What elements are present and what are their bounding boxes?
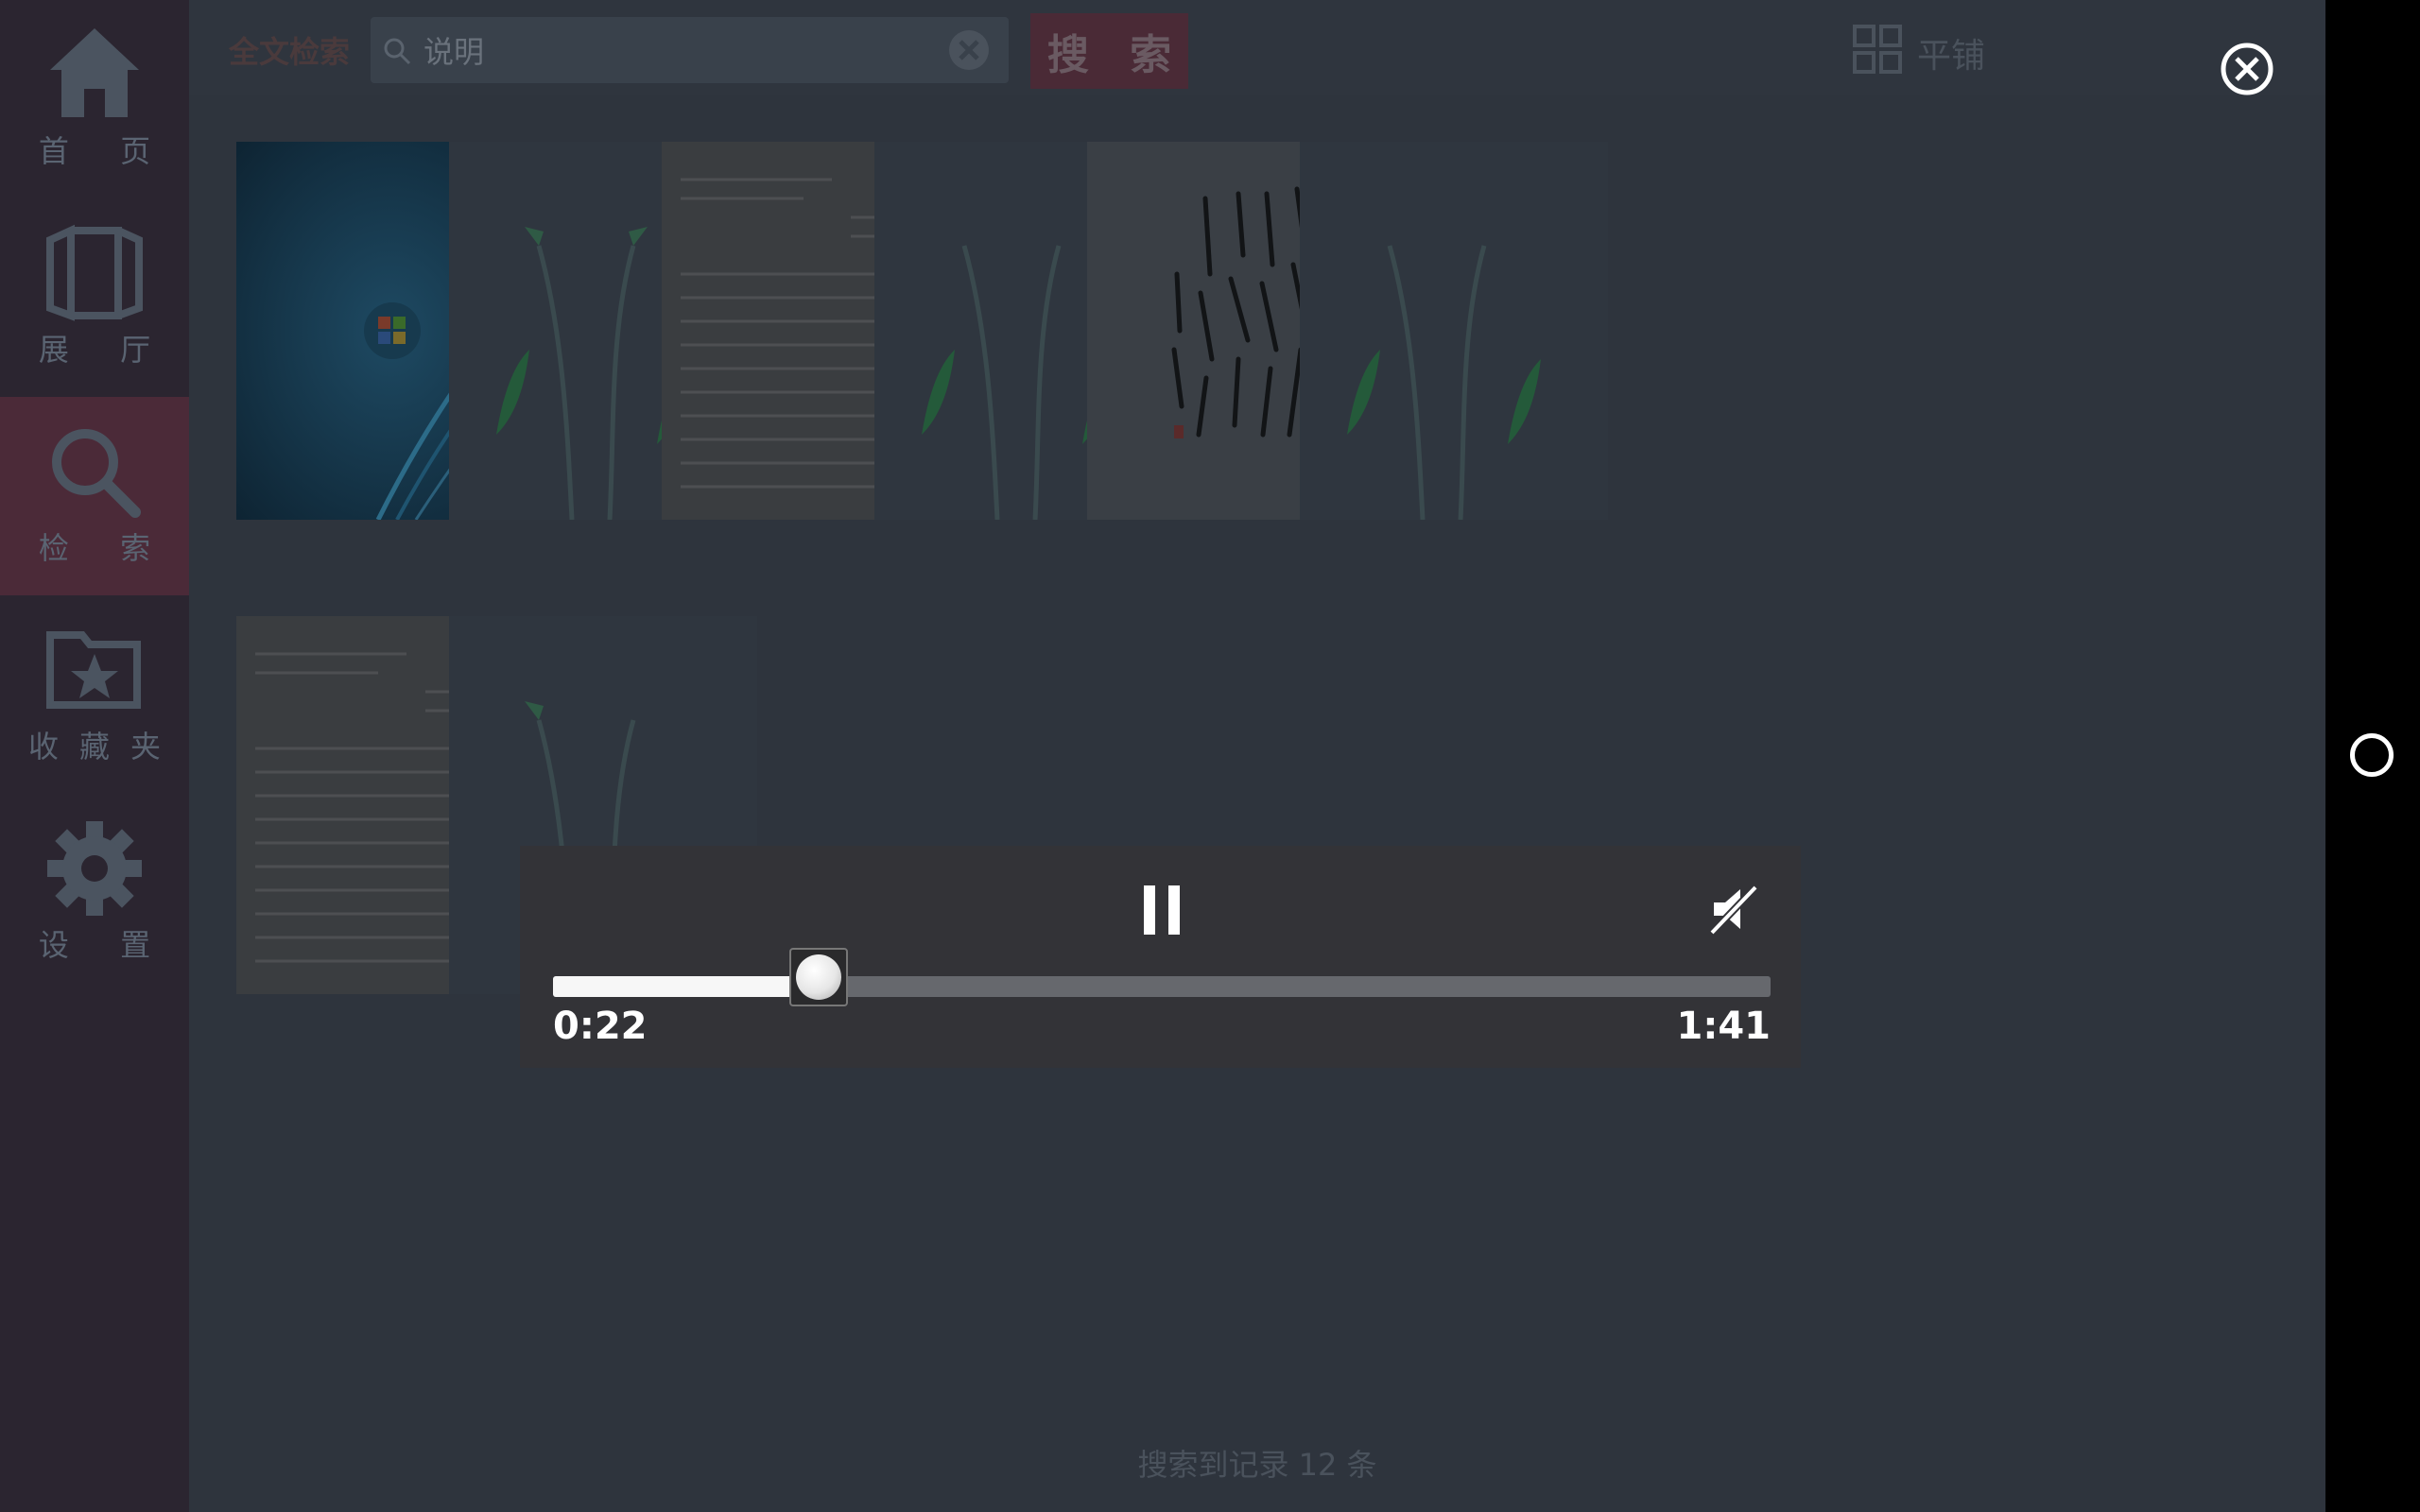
seek-knob — [795, 954, 841, 1000]
sidebar-item-search[interactable]: 检 索 — [0, 397, 189, 595]
result-thumbnail[interactable] — [1300, 142, 1608, 520]
tile-view-label: 平铺 — [1917, 37, 1986, 76]
sidebar-item-label: 检 索 — [38, 530, 172, 566]
close-icon[interactable] — [2220, 42, 2274, 96]
sidebar-item-favorites[interactable]: 收藏夹 — [0, 595, 189, 794]
total-duration: 1:41 — [1676, 1005, 1772, 1048]
search-icon — [384, 38, 411, 65]
seek-bar-thumb[interactable] — [788, 948, 848, 1006]
clear-search-icon[interactable] — [947, 28, 991, 72]
seek-bar-progress — [553, 976, 819, 997]
sidebar-item-gallery[interactable]: 展 厅 — [0, 198, 189, 397]
gear-icon — [47, 821, 142, 916]
home-icon — [50, 28, 139, 117]
sidebar-item-settings[interactable]: 设 置 — [0, 794, 189, 992]
app-window: 首 页 展 厅 检 索 收藏夹 设 置 全文检索 说明 搜 索 平铺 搜索到记录… — [0, 0, 2420, 1512]
floating-assist-button[interactable] — [2350, 733, 2394, 777]
seek-bar[interactable] — [553, 948, 1771, 1006]
mute-icon[interactable] — [1706, 882, 1761, 936]
search-mode-label[interactable]: 全文检索 — [229, 28, 350, 72]
sidebar-item-label: 设 置 — [38, 927, 172, 963]
search-box[interactable] — [371, 17, 1009, 83]
search-input[interactable] — [424, 28, 934, 72]
plant-placeholder-image — [1300, 142, 1608, 520]
sidebar-item-label: 收藏夹 — [27, 729, 182, 765]
sidebar-item-label: 首 页 — [38, 133, 172, 169]
right-edge-bar — [2325, 0, 2420, 1512]
results-grid — [189, 94, 2325, 1418]
search-button[interactable]: 搜 索 — [1030, 13, 1188, 89]
grid-icon — [1853, 25, 1902, 74]
current-time: 0:22 — [553, 1005, 648, 1048]
result-count-text: 搜索到记录 12 条 — [1137, 1447, 1377, 1483]
favorites-folder-icon — [46, 631, 141, 709]
sidebar-item-home[interactable]: 首 页 — [0, 0, 189, 198]
main-content: 全文检索 搜 索 — [189, 0, 2325, 1512]
gallery-icon — [46, 224, 143, 321]
search-toolbar: 全文检索 搜 索 — [189, 0, 2325, 94]
sidebar: 首 页 展 厅 检 索 收藏夹 设 置 — [0, 0, 189, 1512]
media-controller: 0:22 1:41 — [520, 846, 1801, 1068]
sidebar-item-label: 展 厅 — [38, 332, 172, 368]
pause-icon[interactable] — [1142, 884, 1182, 936]
search-icon — [52, 429, 141, 518]
